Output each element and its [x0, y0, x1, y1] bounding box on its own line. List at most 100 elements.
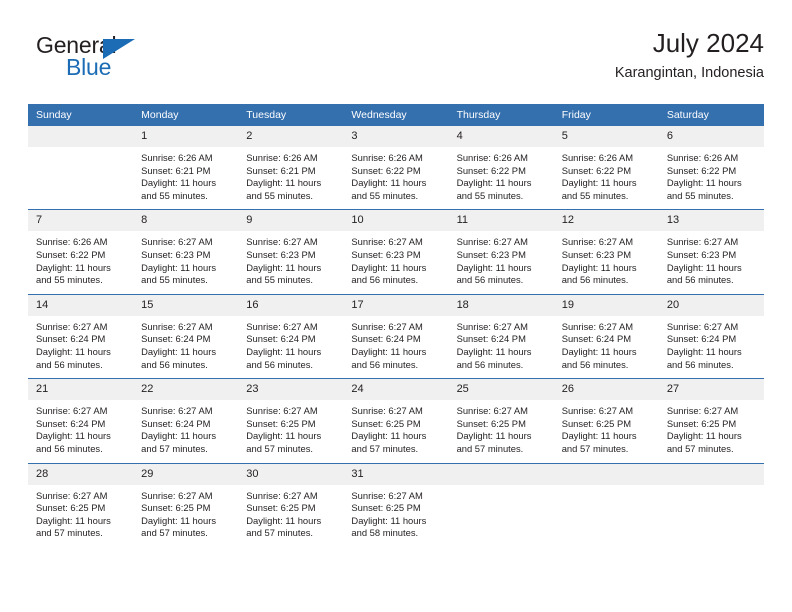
calendar-day-cell[interactable]: 20 Sunrise: 6:27 AM Sunset: 6:24 PM Dayligh… [658, 293, 764, 379]
calendar-day-cell[interactable]: 2 Sunrise: 6:26 AM Sunset: 6:21 PM Daylight… [238, 126, 344, 210]
day-details: Sunrise: 6:27 AM Sunset: 6:25 PM Daylight:… [238, 485, 343, 547]
calendar-day-cell[interactable]: 11 Sunrise: 6:27 AM Sunset: 6:23 PM Dayligh… [448, 209, 554, 295]
sunset-text: Sunset: 6:24 PM [351, 333, 421, 345]
calendar-day-cell[interactable]: 9 Sunrise: 6:27 AM Sunset: 6:23 PM Daylight… [238, 209, 344, 295]
daylight-text-line1: Daylight: 11 hours [456, 430, 532, 442]
sunrise-text: Sunrise: 6:27 AM [36, 405, 108, 417]
calendar-day-cell[interactable]: 16 Sunrise: 6:27 AM Sunset: 6:24 PM Dayligh… [238, 293, 344, 379]
daylight-text-line1: Daylight: 11 hours [141, 261, 217, 273]
calendar-day-cell[interactable]: 23 Sunrise: 6:27 AM Sunset: 6:25 PM Dayligh… [238, 378, 344, 463]
day-details: Sunrise: 6:27 AM Sunset: 6:24 PM Daylight:… [554, 316, 659, 378]
calendar-day-cell[interactable]: 3 Sunrise: 6:26 AM Sunset: 6:22 PM Daylight… [343, 126, 449, 210]
day-details: Sunrise: 6:26 AM Sunset: 6:21 PM Daylight:… [238, 147, 343, 209]
calendar-day-cell[interactable]: 18 Sunrise: 6:27 AM Sunset: 6:24 PM Dayligh… [448, 293, 554, 379]
calendar-day-cell[interactable]: 15 Sunrise: 6:27 AM Sunset: 6:24 PM Dayligh… [133, 293, 239, 379]
calendar-day-cell[interactable]: 21 Sunrise: 6:27 AM Sunset: 6:24 PM Dayligh… [28, 378, 134, 463]
daylight-text-line1: Daylight: 11 hours [36, 430, 111, 442]
calendar-day-cell-empty [448, 462, 554, 547]
calendar-day-cell[interactable]: 13 Sunrise: 6:27 AM Sunset: 6:23 PM Dayligh… [658, 209, 764, 295]
daylight-text-line1: Daylight: 11 hours [246, 177, 322, 189]
calendar-header-row: Sunday Monday Tuesday Wednesday Thursday… [28, 104, 764, 126]
calendar-day-cell[interactable]: 28 Sunrise: 6:27 AM Sunset: 6:25 PM Dayligh… [28, 462, 134, 547]
sunrise-text: Sunrise: 6:26 AM [561, 152, 634, 163]
calendar-day-cell[interactable]: 26 Sunrise: 6:27 AM Sunset: 6:25 PM Dayligh… [553, 378, 659, 463]
day-details: Sunrise: 6:27 AM Sunset: 6:23 PM Daylight:… [659, 231, 764, 293]
day-details: Sunrise: 6:27 AM Sunset: 6:23 PM Daylight:… [554, 231, 659, 293]
sunset-text: Sunset: 6:25 PM [246, 502, 316, 514]
day-number: 25 [448, 379, 554, 401]
calendar-day-cell[interactable]: 8 Sunrise: 6:27 AM Sunset: 6:23 PM Daylight… [133, 209, 239, 295]
weekday-header-friday: Friday [553, 104, 659, 126]
sunrise-text: Sunrise: 6:26 AM [141, 152, 213, 163]
daylight-text-line1: Daylight: 11 hours [36, 261, 111, 273]
sunset-text: Sunset: 6:25 PM [351, 417, 421, 429]
daylight-text-line2: and 55 minutes. [141, 274, 208, 286]
calendar-day-cell[interactable]: 22 Sunrise: 6:27 AM Sunset: 6:24 PM Dayligh… [133, 378, 239, 463]
calendar-day-cell[interactable]: 17 Sunrise: 6:27 AM Sunset: 6:24 PM Dayligh… [343, 293, 449, 379]
day-number: 17 [343, 294, 449, 316]
sunset-text: Sunset: 6:21 PM [141, 164, 211, 176]
sunset-text: Sunset: 6:22 PM [456, 164, 526, 176]
calendar-day-cell[interactable]: 1 Sunrise: 6:26 AM Sunset: 6:21 PM Daylight… [133, 126, 239, 210]
calendar-day-cell[interactable]: 30 Sunrise: 6:27 AM Sunset: 6:25 PM Dayligh… [238, 462, 344, 547]
day-number: 15 [133, 294, 239, 316]
sunset-text: Sunset: 6:22 PM [36, 248, 106, 260]
day-number: 18 [448, 294, 554, 316]
calendar-day-cell[interactable]: 19 Sunrise: 6:27 AM Sunset: 6:24 PM Dayligh… [553, 293, 659, 379]
day-details: Sunrise: 6:27 AM Sunset: 6:24 PM Daylight:… [133, 400, 238, 462]
calendar-day-cell[interactable]: 6 Sunrise: 6:26 AM Sunset: 6:22 PM Daylight… [658, 126, 764, 210]
sunset-text: Sunset: 6:24 PM [561, 333, 632, 345]
daylight-text-line2: and 56 minutes. [36, 358, 103, 370]
sunrise-text: Sunrise: 6:27 AM [246, 405, 318, 417]
daylight-text-line1: Daylight: 11 hours [666, 430, 742, 442]
calendar-day-cell[interactable]: 31 Sunrise: 6:27 AM Sunset: 6:25 PM Dayligh… [343, 462, 449, 547]
sunset-text: Sunset: 6:23 PM [141, 248, 211, 260]
day-details: Sunrise: 6:27 AM Sunset: 6:24 PM Daylight:… [133, 316, 238, 378]
sunrise-text: Sunrise: 6:27 AM [36, 489, 108, 501]
day-number: 22 [133, 379, 239, 401]
calendar-day-cell[interactable]: 14 Sunrise: 6:27 AM Sunset: 6:24 PM Dayligh… [28, 293, 134, 379]
calendar-day-cell[interactable]: 10 Sunrise: 6:27 AM Sunset: 6:23 PM Dayligh… [343, 209, 449, 295]
day-number: 27 [658, 379, 764, 401]
page-subtitle: Karangintan, Indonesia [614, 65, 764, 81]
calendar-day-cell[interactable]: 24 Sunrise: 6:27 AM Sunset: 6:25 PM Dayligh… [343, 378, 449, 463]
day-details: Sunrise: 6:27 AM Sunset: 6:23 PM Daylight:… [133, 231, 238, 293]
sunrise-text: Sunrise: 6:27 AM [351, 236, 423, 248]
calendar-day-cell[interactable]: 29 Sunrise: 6:27 AM Sunset: 6:25 PM Dayligh… [133, 462, 239, 547]
daylight-text-line2: and 57 minutes. [36, 527, 103, 539]
day-number: 13 [658, 210, 764, 232]
day-number: 2 [238, 126, 344, 147]
weekday-header-monday: Monday [133, 104, 239, 126]
daylight-text-line1: Daylight: 11 hours [561, 430, 637, 442]
calendar-day-cell[interactable]: 12 Sunrise: 6:27 AM Sunset: 6:23 PM Dayligh… [553, 209, 659, 295]
brand-logo[interactable]: General Blue [36, 32, 246, 88]
calendar-day-cell[interactable]: 5 Sunrise: 6:26 AM Sunset: 6:22 PM Daylight… [553, 126, 659, 210]
day-details: Sunrise: 6:27 AM Sunset: 6:25 PM Daylight:… [554, 400, 659, 462]
weekday-header-tuesday: Tuesday [238, 104, 344, 126]
daylight-text-line2: and 56 minutes. [141, 358, 208, 370]
sunset-text: Sunset: 6:25 PM [351, 502, 421, 514]
day-number: 9 [238, 210, 344, 232]
calendar-day-cell-empty [28, 126, 134, 210]
calendar-day-cell[interactable]: 4 Sunrise: 6:26 AM Sunset: 6:22 PM Daylight… [448, 126, 554, 210]
day-number: 29 [133, 463, 239, 485]
sunrise-text: Sunrise: 6:27 AM [36, 320, 108, 332]
sunset-text: Sunset: 6:23 PM [561, 248, 632, 260]
daylight-text-line2: and 57 minutes. [351, 442, 419, 454]
calendar-day-cell[interactable]: 27 Sunrise: 6:27 AM Sunset: 6:25 PM Dayligh… [658, 378, 764, 463]
daylight-text-line2: and 56 minutes. [456, 274, 524, 286]
sunrise-text: Sunrise: 6:27 AM [666, 320, 739, 332]
day-number: 31 [343, 463, 449, 485]
sunset-text: Sunset: 6:22 PM [561, 164, 632, 176]
calendar-day-cell[interactable]: 7 Sunrise: 6:26 AM Sunset: 6:22 PM Daylight… [28, 209, 134, 295]
sunset-text: Sunset: 6:24 PM [36, 333, 106, 345]
sunrise-text: Sunrise: 6:27 AM [561, 236, 634, 248]
sunset-text: Sunset: 6:25 PM [666, 417, 737, 429]
day-number: 26 [553, 379, 659, 401]
sunset-text: Sunset: 6:22 PM [666, 164, 737, 176]
daylight-text-line2: and 56 minutes. [351, 358, 419, 370]
weekday-header-wednesday: Wednesday [343, 104, 449, 126]
calendar-day-cell[interactable]: 25 Sunrise: 6:27 AM Sunset: 6:25 PM Dayligh… [448, 378, 554, 463]
day-number: 12 [553, 210, 659, 232]
day-details: Sunrise: 6:26 AM Sunset: 6:21 PM Daylight:… [133, 147, 238, 209]
